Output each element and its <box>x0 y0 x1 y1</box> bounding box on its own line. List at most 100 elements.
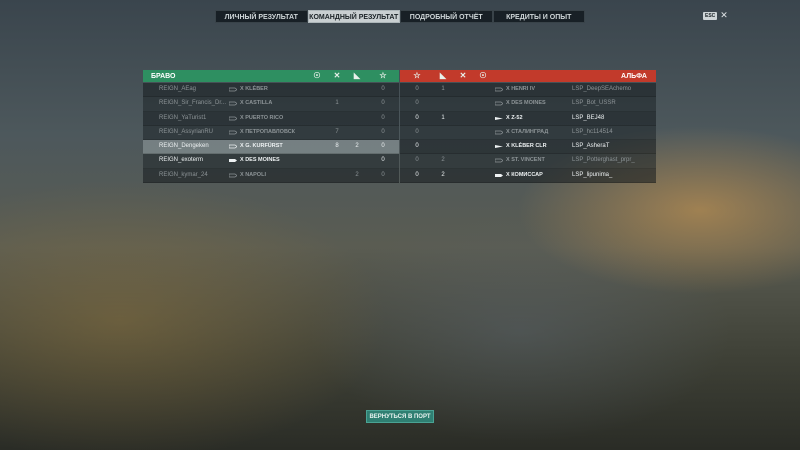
player-row[interactable]: 0 1 X HENRI IV LSP_DeepSEAchemo <box>400 83 656 98</box>
ship-class-icon <box>229 101 237 106</box>
ship-class-icon <box>495 101 503 106</box>
player-name: REIGN_Dengeken <box>159 143 209 150</box>
damage-count: 1 <box>441 86 445 92</box>
player-row[interactable]: 0 1 X Z-52 LSP_BEJ48 <box>400 111 656 126</box>
score-value: 0 <box>381 143 385 150</box>
planes-icon: ✕ <box>459 71 467 80</box>
player-row[interactable]: 0 2 X ST. VINCENT LSP_Potterghast_prpr_ <box>400 154 656 169</box>
player-row[interactable]: 0 X DES MOINES LSP_Bot_USSR <box>400 97 656 112</box>
planes-count: 2 <box>355 171 359 178</box>
ship-class-icon <box>229 87 237 92</box>
ship-name: X КОМИССАР <box>506 171 543 178</box>
score-value: 0 <box>381 157 385 164</box>
ship-class-icon <box>229 130 237 135</box>
damage-icon: ◣ <box>353 71 361 80</box>
player-row[interactable]: 0 X KLÉBER CLR LSP_AsheraT <box>400 140 656 155</box>
ship-name: X KLÉBER <box>240 86 268 92</box>
ship-class-icon <box>229 116 237 120</box>
player-row[interactable]: REIGN_YaTurist1 X PUERTO RICO 0 <box>143 111 399 126</box>
player-name: REIGN_YaTurist1 <box>159 114 207 121</box>
team-list-alpha: 0 1 X HENRI IV LSP_DeepSEAchemo 0 X DES … <box>400 83 656 184</box>
tab-team-result[interactable]: КОМАНДНЫЙ РЕЗУЛЬТАТ <box>307 10 400 23</box>
player-name: LSP_Bot_USSR <box>572 100 616 107</box>
kills-icon: ☉ <box>313 71 321 80</box>
ship-name: X PUERTO RICO <box>240 114 284 121</box>
ship-class-icon <box>495 145 503 149</box>
score-value: 0 <box>381 171 385 178</box>
ship-name: X DES MOINES <box>506 100 546 107</box>
planes-icon: ✕ <box>333 71 341 80</box>
score-value: 0 <box>415 171 419 178</box>
ship-class-icon <box>495 130 503 135</box>
score-value: 0 <box>415 157 419 164</box>
player-name: REIGN_AEag <box>159 86 197 92</box>
kills-count: 1 <box>335 100 339 107</box>
ship-name: X DES MOINES <box>240 157 280 164</box>
esc-key-hint: ESC <box>703 11 718 20</box>
player-row[interactable]: REIGN_AssyrianRU X ПЕТРОПАВЛОВСК 7 0 <box>143 125 399 141</box>
damage-icon: ◣ <box>439 71 447 80</box>
score-value: 0 <box>415 114 419 121</box>
kills-count: 8 <box>335 143 339 150</box>
tab-detailed-report[interactable]: ПОДРОБНЫЙ ОТЧЁТ <box>400 10 493 23</box>
player-name: LSP_DeepSEAchemo <box>572 86 632 92</box>
ship-class-icon <box>495 116 503 120</box>
ship-class-icon <box>229 144 237 149</box>
ship-class-icon <box>495 173 503 177</box>
score-value: 0 <box>381 128 385 135</box>
ship-name: X CASTILLA <box>240 100 273 107</box>
player-row[interactable]: REIGN_exoterm X DES MOINES 0 <box>143 154 399 169</box>
team-name-bravo: БРАВО <box>151 72 176 80</box>
ship-name: X HENRI IV <box>506 86 536 92</box>
xp-star-icon: ☆ <box>413 71 421 80</box>
ship-name: X KLÉBER CLR <box>506 143 547 150</box>
score-value: 0 <box>415 128 419 135</box>
player-name: LSP_Potterghast_prpr_ <box>572 157 635 164</box>
return-to-port-button[interactable]: ВЕРНУТЬСЯ В ПОРТ <box>366 410 434 423</box>
ship-name: X Z-52 <box>506 114 523 121</box>
player-name: REIGN_exoterm <box>159 157 204 164</box>
player-row[interactable]: REIGN_AEag X KLÉBER 0 <box>143 83 399 98</box>
player-name: REIGN_Sir_Francis_Dr... <box>159 100 227 107</box>
ship-class-icon <box>229 173 237 178</box>
player-row[interactable]: REIGN_kymar_24 X NAPOLI 2 0 <box>143 168 399 184</box>
result-tabs: ЛИЧНЫЙ РЕЗУЛЬТАТ КОМАНДНЫЙ РЕЗУЛЬТАТ ПОД… <box>215 10 585 23</box>
player-row[interactable]: 0 2 X КОМИССАР LSP_lipunima_ <box>400 168 656 184</box>
team-list-bravo: REIGN_AEag X KLÉBER 0 REIGN_Sir_Francis_… <box>143 83 399 184</box>
xp-star-icon: ☆ <box>379 71 387 80</box>
player-name: REIGN_AssyrianRU <box>159 128 214 135</box>
score-value: 0 <box>415 86 419 92</box>
score-value: 0 <box>415 143 419 150</box>
score-value: 0 <box>381 100 385 107</box>
team-name-alpha: АЛЬФА <box>621 72 647 80</box>
player-name: LSP_BEJ48 <box>572 114 605 121</box>
kills-count: 7 <box>335 128 339 135</box>
ship-class-icon <box>495 159 503 163</box>
close-control[interactable]: ESC ✕ <box>703 11 728 20</box>
ship-class-icon <box>495 87 503 92</box>
score-value: 0 <box>415 100 419 107</box>
score-value: 0 <box>381 86 385 92</box>
ship-name: X NAPOLI <box>240 171 266 178</box>
ship-class-icon <box>229 159 237 163</box>
player-name: LSP_hc114514 <box>572 128 613 135</box>
player-row[interactable]: 0 X СТАЛИНГРАД LSP_hc114514 <box>400 125 656 141</box>
ship-name: X ПЕТРОПАВЛОВСК <box>240 128 296 135</box>
damage-count: 1 <box>441 114 445 121</box>
player-name: LSP_AsheraT <box>572 143 610 150</box>
team-header-bravo: БРАВО ☉ ✕ ◣ ☆ <box>143 70 399 82</box>
close-icon[interactable]: ✕ <box>720 11 728 20</box>
damage-count: 2 <box>441 157 445 164</box>
tab-credits-xp[interactable]: КРЕДИТЫ И ОПЫТ <box>492 10 585 23</box>
tab-personal-result[interactable]: ЛИЧНЫЙ РЕЗУЛЬТАТ <box>215 10 308 23</box>
player-name: REIGN_kymar_24 <box>159 171 208 178</box>
player-row[interactable]: REIGN_Sir_Francis_Dr... X CASTILLA 1 0 <box>143 97 399 112</box>
planes-count: 2 <box>355 143 359 150</box>
ship-name: X ST. VINCENT <box>506 157 545 164</box>
kills-icon: ☉ <box>479 71 487 80</box>
player-row-selected[interactable]: REIGN_Dengeken X G. KURFÜRST 8 2 0 <box>143 140 399 155</box>
player-name: LSP_lipunima_ <box>572 171 613 178</box>
ship-name: X СТАЛИНГРАД <box>506 128 549 135</box>
ship-name: X G. KURFÜRST <box>240 143 283 150</box>
score-value: 0 <box>381 114 385 121</box>
